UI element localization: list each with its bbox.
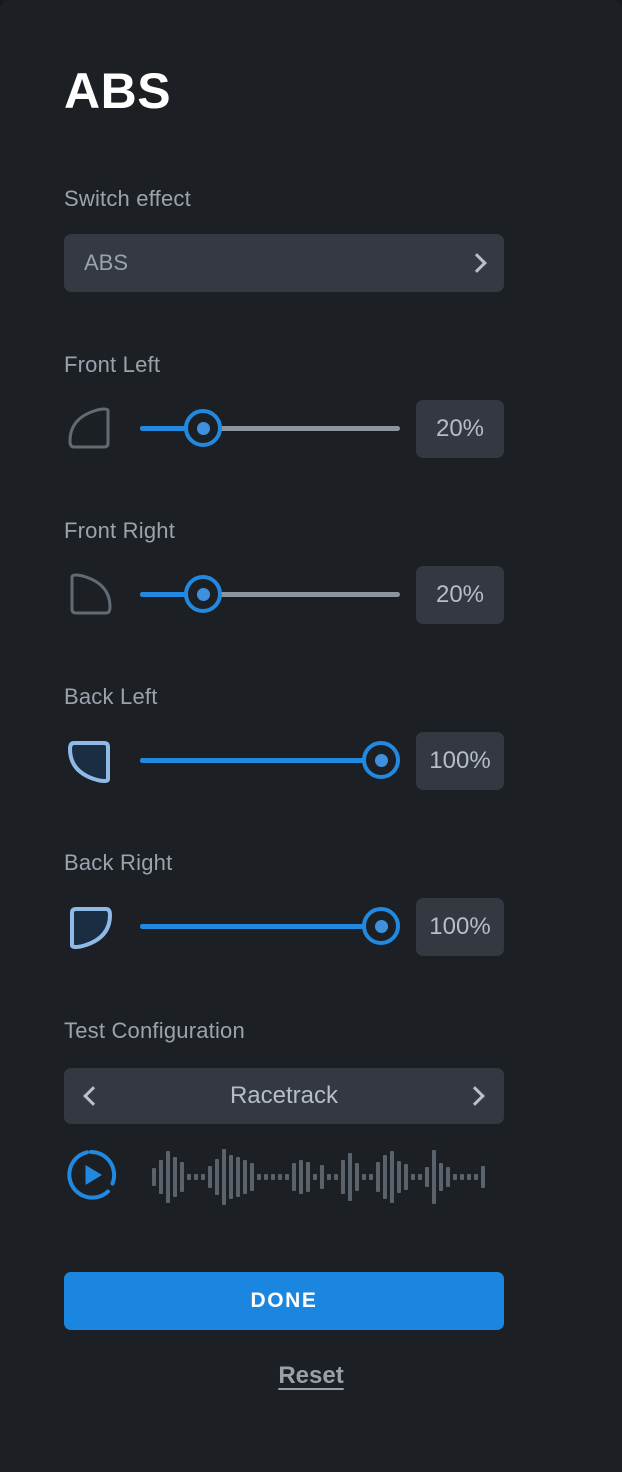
waveform-bar xyxy=(432,1150,436,1204)
waveform-bar xyxy=(271,1174,275,1180)
waveform-bar xyxy=(418,1174,422,1180)
switch-effect-label: Switch effect xyxy=(64,186,191,211)
wheel-back-left-icon xyxy=(64,735,116,787)
page-title: ABS xyxy=(64,63,172,119)
slider-front-right[interactable] xyxy=(140,566,404,624)
waveform-bar xyxy=(285,1174,289,1180)
waveform-bar xyxy=(383,1155,387,1199)
back-right-wheel-icon xyxy=(70,907,112,949)
waveform-bar xyxy=(320,1165,324,1189)
wheel-value-back-left: 100% xyxy=(416,732,504,790)
waveform-bar xyxy=(446,1167,450,1187)
wheel-value-front-right: 20% xyxy=(416,566,504,624)
test-configuration-value: Racetrack xyxy=(229,1082,339,1109)
test-config-next-button[interactable] xyxy=(465,1086,485,1106)
front-left-wheel-icon xyxy=(68,407,110,449)
chevron-right-icon xyxy=(467,253,487,273)
back-left-wheel-icon xyxy=(68,741,110,783)
slider-thumb[interactable] xyxy=(362,907,400,945)
waveform-bar xyxy=(243,1160,247,1194)
wheel-label-back-right: Back Right xyxy=(64,850,173,875)
wheel-value-back-right: 100% xyxy=(416,898,504,956)
waveform-bar xyxy=(222,1149,226,1205)
waveform-bar xyxy=(299,1160,303,1194)
waveform-bar xyxy=(376,1162,380,1192)
waveform-bar xyxy=(250,1163,254,1191)
slider-back-right[interactable] xyxy=(140,898,404,956)
waveform-bar xyxy=(481,1166,485,1188)
waveform-bar xyxy=(425,1167,429,1187)
done-button[interactable]: DONE xyxy=(64,1272,504,1330)
waveform-bar xyxy=(264,1174,268,1180)
waveform-bar xyxy=(474,1174,478,1180)
waveform-bar xyxy=(355,1163,359,1191)
wheel-label-front-left: Front Left xyxy=(64,352,161,377)
slider-thumb[interactable] xyxy=(362,741,400,779)
waveform-bar xyxy=(187,1174,191,1180)
waveform-bar xyxy=(453,1174,457,1180)
slider-track-fill xyxy=(140,758,381,763)
waveform-bar xyxy=(439,1163,443,1191)
wheel-row-front-right: 20% xyxy=(64,566,504,624)
waveform-bar xyxy=(341,1160,345,1194)
waveform-bar xyxy=(278,1174,282,1180)
wheel-front-right-icon xyxy=(64,569,116,621)
waveform-bar xyxy=(292,1163,296,1191)
waveform-bar xyxy=(180,1162,184,1192)
wheel-row-front-left: 20% xyxy=(64,400,504,458)
play-button[interactable] xyxy=(64,1148,118,1202)
waveform-bar xyxy=(306,1162,310,1192)
slider-back-left[interactable] xyxy=(140,732,404,790)
front-right-wheel-icon xyxy=(70,573,112,615)
wheel-front-left-icon xyxy=(64,403,116,455)
waveform-bar xyxy=(362,1174,366,1180)
slider-front-left[interactable] xyxy=(140,400,404,458)
slider-thumb[interactable] xyxy=(184,409,223,447)
wheel-value-front-left: 20% xyxy=(416,400,504,458)
waveform-bar xyxy=(208,1166,212,1188)
waveform-bar xyxy=(404,1164,408,1190)
test-config-prev-button[interactable] xyxy=(83,1086,103,1106)
slider-track-fill xyxy=(140,924,381,929)
wheel-label-front-right: Front Right xyxy=(64,518,176,543)
wheel-row-back-left: 100% xyxy=(64,732,504,790)
slider-thumb[interactable] xyxy=(184,575,223,613)
audio-waveform[interactable] xyxy=(152,1148,504,1206)
chevron-right-icon xyxy=(465,1086,485,1106)
waveform-bar xyxy=(460,1174,464,1180)
waveform-bar xyxy=(397,1161,401,1193)
waveform-bar xyxy=(348,1153,352,1201)
test-configuration-label: Test Configuration xyxy=(64,1018,245,1043)
waveform-bar xyxy=(215,1159,219,1195)
waveform-bar xyxy=(173,1157,177,1197)
play-circle-icon xyxy=(67,1149,117,1200)
waveform-bar xyxy=(369,1174,373,1180)
waveform-bar xyxy=(257,1174,261,1180)
wheel-back-right-icon xyxy=(64,901,116,953)
wheel-row-back-right: 100% xyxy=(64,898,504,956)
waveform-bar xyxy=(236,1157,240,1197)
abs-settings-panel: ABS Switch effect ABS Front Left 20% Front… xyxy=(0,0,622,1472)
waveform-bar xyxy=(467,1174,471,1180)
switch-effect-value: ABS xyxy=(84,250,129,275)
waveform-bar xyxy=(201,1174,205,1180)
waveform-bar xyxy=(390,1151,394,1203)
test-configuration-stepper: Racetrack xyxy=(64,1068,504,1124)
waveform-bar xyxy=(411,1174,415,1180)
switch-effect-dropdown[interactable]: ABS xyxy=(64,234,504,292)
waveform-bar xyxy=(229,1155,233,1199)
waveform-bar xyxy=(327,1174,331,1180)
waveform-bar xyxy=(166,1151,170,1203)
reset-link[interactable]: Reset xyxy=(0,1362,622,1390)
waveform-bar xyxy=(152,1168,156,1186)
wheel-label-back-left: Back Left xyxy=(64,684,158,709)
waveform-bar xyxy=(334,1174,338,1180)
waveform-bar xyxy=(313,1174,317,1180)
waveform-bar xyxy=(159,1160,163,1194)
audio-player xyxy=(64,1148,504,1208)
waveform-bar xyxy=(194,1174,198,1180)
